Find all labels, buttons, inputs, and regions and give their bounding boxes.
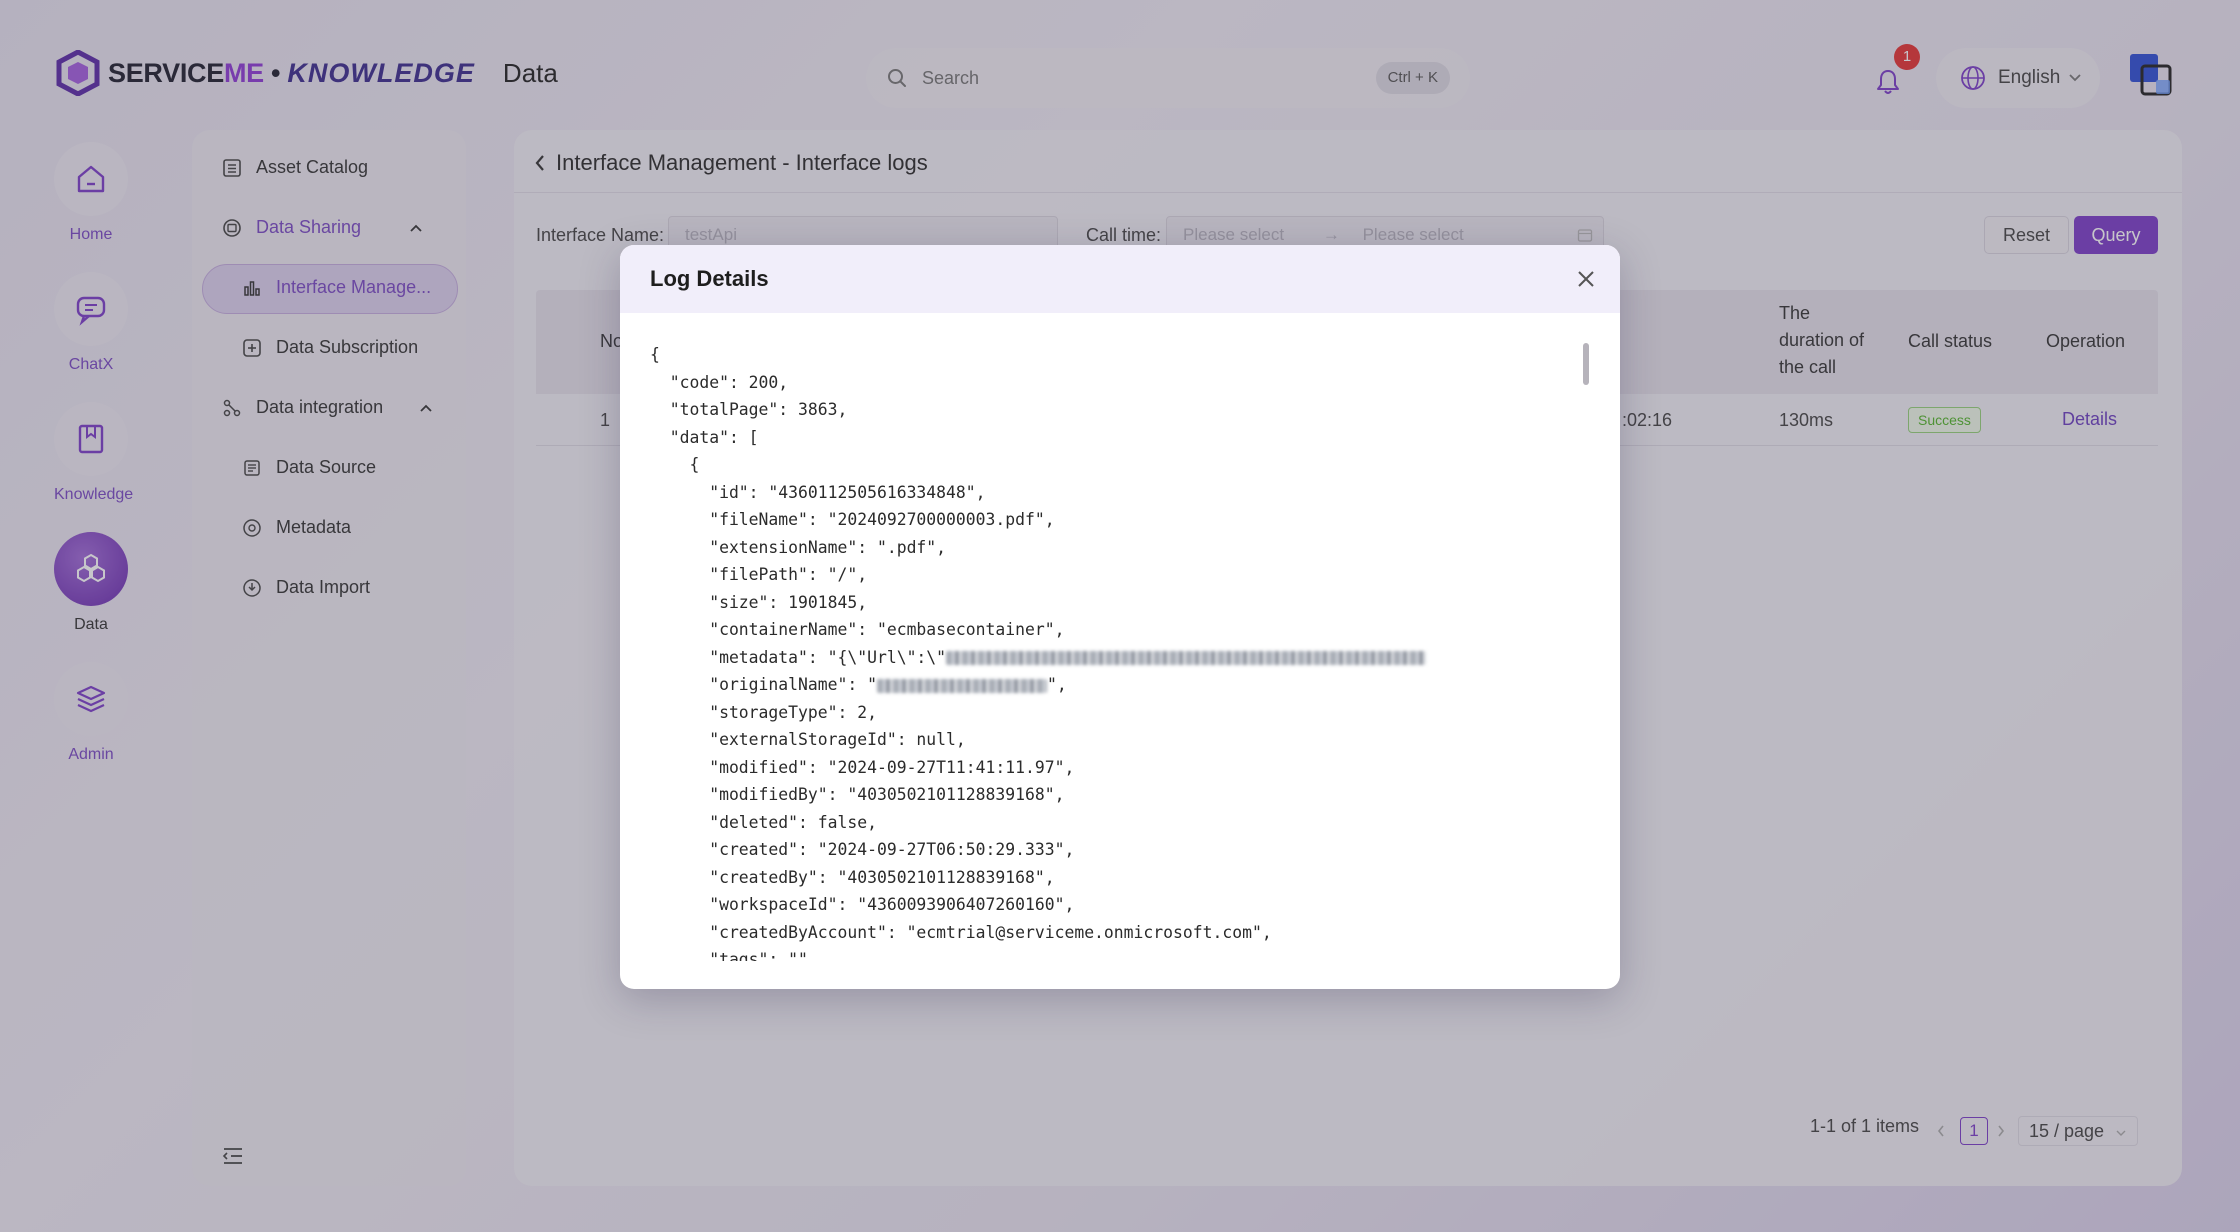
json-line: "deleted": false, — [650, 812, 877, 832]
log-details-modal: Log Details { "code": 200, "totalPage": … — [620, 245, 1620, 989]
modal-title: Log Details — [650, 266, 769, 291]
json-line: "createdBy": "4030502101128839168", — [650, 867, 1055, 887]
json-line-metadata-text: "metadata": "{\"Url\":\" — [650, 647, 947, 667]
json-line: "created": "2024-09-27T06:50:29.333", — [650, 840, 1075, 859]
json-line: "fileName": "2024092700000003.pdf", — [650, 510, 1055, 529]
redacted-original-name-value — [876, 678, 1047, 693]
json-line: { — [650, 345, 660, 364]
json-line-original-name-tail: ", — [1046, 675, 1067, 694]
json-line: "tags": "" — [650, 950, 808, 961]
json-scrollbar-thumb[interactable] — [1583, 343, 1589, 385]
json-line: "workspaceId": "4360093906407260160", — [650, 895, 1075, 914]
json-line: "totalPage": 3863, — [650, 400, 848, 419]
json-line: "externalStorageId": null, — [650, 730, 966, 749]
json-line: "data": [ — [650, 427, 759, 447]
redacted-metadata-value — [946, 651, 1427, 665]
json-line: "createdByAccount": "ecmtrial@serviceme.… — [650, 922, 1272, 942]
json-line: "extensionName": ".pdf", — [650, 537, 947, 557]
json-line: "storageType": 2, — [650, 702, 877, 722]
json-line: "id": "4360112505616334848", — [650, 482, 986, 502]
close-icon[interactable] — [1576, 269, 1596, 289]
json-line-original-name-text: "originalName": " — [650, 675, 877, 694]
json-line: "containerName": "ecmbasecontainer", — [650, 620, 1065, 639]
json-line-metadata: "metadata": "{\"Url\":\" — [650, 644, 1586, 672]
json-line-original-name: "originalName": " ", — [650, 671, 1586, 699]
json-line: "modified": "2024-09-27T11:41:11.97", — [650, 757, 1075, 777]
json-line: "size": 1901845, — [650, 592, 868, 612]
json-line: "modifiedBy": "4030502101128839168", — [650, 785, 1065, 804]
json-line: { — [650, 455, 700, 474]
modal-header: Log Details — [620, 245, 1620, 313]
json-line: "filePath": "/", — [650, 565, 868, 584]
json-viewer[interactable]: { "code": 200, "totalPage": 3863, "data"… — [650, 341, 1586, 961]
json-line: "code": 200, — [650, 372, 789, 392]
